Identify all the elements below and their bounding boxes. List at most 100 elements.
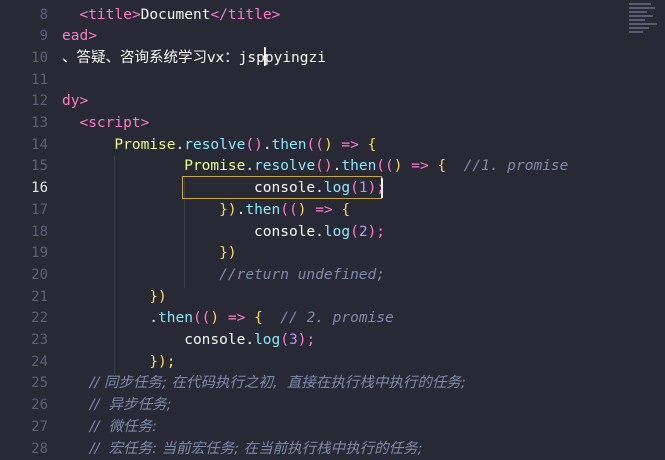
- code-line[interactable]: 20 //return undefined;: [0, 265, 620, 287]
- code-token: =>: [341, 136, 359, 153]
- code-token: }): [62, 245, 237, 262]
- line-number: 28: [31, 440, 48, 457]
- line-number: 10: [31, 49, 48, 66]
- code-token: }): [62, 201, 237, 218]
- line-number: 21: [31, 288, 48, 305]
- code-token: 3: [289, 332, 298, 348]
- code-text: 、答疑、咨询系统学习vx：jsppyingzi: [62, 48, 326, 70]
- code-line[interactable]: 12 dy>: [0, 91, 620, 113]
- code-line[interactable]: 13 <script>: [0, 113, 620, 135]
- code-token: >: [271, 6, 281, 23]
- bracket-match-highlight: [182, 176, 382, 199]
- code-text: dy>: [62, 91, 88, 113]
- code-text: Promise.resolve().then(() => {: [62, 135, 376, 157]
- code-token: =>: [411, 158, 429, 175]
- code-line[interactable]: 10 、答疑、咨询系统学习vx：jsppyingzi: [0, 48, 620, 70]
- code-token: ead: [62, 28, 89, 45]
- code-line[interactable]: 14 Promise.resolve().then(() => {: [0, 135, 620, 157]
- code-token: // 异步任务;: [62, 397, 172, 414]
- code-token: title: [227, 6, 272, 23]
- code-token: (: [280, 332, 289, 348]
- code-token: script: [88, 115, 141, 131]
- code-token: resolve: [254, 158, 316, 175]
- code-token: console: [62, 223, 316, 240]
- code-token: >: [140, 115, 150, 131]
- code-token: (): [315, 158, 333, 175]
- code-line[interactable]: 28 // 宏任务: 当前宏任务; 在当前执行栈中执行的任务;: [0, 439, 620, 460]
- line-number: 20: [31, 266, 48, 283]
- code-text: console.log(3);: [62, 330, 315, 352]
- code-text: .then(() => { // 2. promise: [62, 308, 393, 330]
- line-number: 16: [31, 180, 48, 197]
- code-token: >: [131, 6, 141, 23]
- code-text: <script>: [62, 113, 149, 135]
- code-token: .: [62, 310, 159, 327]
- code-line[interactable]: 8 <title>Document</title>: [0, 5, 620, 27]
- code-token: Document: [140, 6, 211, 23]
- code-line[interactable]: 9 ead>: [0, 26, 620, 48]
- code-token: 、答疑、咨询系统学习vx：: [62, 49, 239, 66]
- minimap[interactable]: [615, 0, 665, 60]
- line-number: 15: [31, 158, 48, 175]
- line-number: 24: [31, 353, 48, 370]
- code-token: resolve: [184, 136, 246, 153]
- code-token: .: [245, 158, 255, 175]
- code-token: // 微任务:: [62, 418, 158, 435]
- code-token: then: [341, 158, 377, 175]
- code-token: 2: [358, 223, 368, 240]
- code-text: // 微任务:: [62, 417, 157, 439]
- line-number: 14: [31, 136, 48, 153]
- code-token: ((: [280, 201, 298, 218]
- line-number: 27: [31, 418, 48, 435]
- code-line[interactable]: 21 }): [0, 287, 620, 309]
- line-number: 18: [31, 223, 48, 240]
- code-line[interactable]: 22 .then(() => { // 2. promise: [0, 308, 620, 330]
- code-token: (: [350, 223, 359, 240]
- code-token: ): [297, 201, 316, 218]
- line-number: 11: [31, 71, 48, 88]
- code-line[interactable]: 18 console.log(2);: [0, 222, 620, 244]
- indent-guide: [114, 156, 115, 376]
- code-token: .: [175, 136, 185, 153]
- code-line[interactable]: 11: [0, 70, 620, 92]
- code-token: // 宏任务: 当前宏任务; 在当前执行栈中执行的任务;: [62, 440, 423, 457]
- code-text: }): [62, 243, 237, 265]
- code-token: =>: [315, 201, 333, 218]
- code-token: //1. promise: [446, 158, 569, 175]
- code-text: // 宏任务: 当前宏任务; 在当前执行栈中执行的任务;: [62, 439, 423, 460]
- code-token: then: [158, 310, 193, 327]
- code-token: //return undefined;: [62, 266, 386, 283]
- code-token: (): [245, 136, 263, 153]
- code-token: );: [367, 223, 386, 240]
- code-token: {: [428, 158, 447, 175]
- code-line[interactable]: 25 // 同步任务; 在代码执行之初, 直接在执行栈中执行的任务;: [0, 373, 620, 395]
- code-line[interactable]: 17 }).then(() => {: [0, 200, 620, 222]
- line-number: 22: [31, 310, 48, 327]
- line-number: 12: [31, 93, 48, 110]
- code-token: log: [254, 332, 281, 348]
- line-number: 8: [39, 6, 48, 23]
- code-line[interactable]: 24 });: [0, 352, 620, 374]
- code-text: <title>Document</title>: [62, 5, 280, 27]
- code-text: ead>: [62, 26, 97, 48]
- code-editor[interactable]: 8 <title>Document</title> 9 ead> 10 、答疑、咨询系统…: [0, 0, 665, 460]
- code-token: ): [323, 136, 342, 153]
- code-token: then: [271, 136, 307, 153]
- code-line[interactable]: 27 // 微任务:: [0, 417, 620, 439]
- code-token: title: [88, 6, 132, 23]
- code-text: Promise.resolve().then(() => { //1. prom…: [62, 156, 568, 178]
- code-token: dy: [62, 93, 80, 110]
- code-text: //return undefined;: [62, 265, 385, 287]
- code-text: console.log(2);: [62, 222, 385, 244]
- code-line[interactable]: 19 }): [0, 243, 620, 265]
- line-number: 26: [31, 397, 48, 414]
- line-number: 25: [31, 375, 48, 392]
- code-token: >: [88, 28, 97, 45]
- code-text: }).then(() => {: [62, 200, 350, 222]
- code-line[interactable]: 15 Promise.resolve().then(() => { //1. p…: [0, 156, 620, 178]
- text-cursor: [381, 178, 383, 198]
- code-line[interactable]: 23 console.log(3);: [0, 330, 620, 352]
- code-line[interactable]: 26 // 异步任务;: [0, 395, 620, 417]
